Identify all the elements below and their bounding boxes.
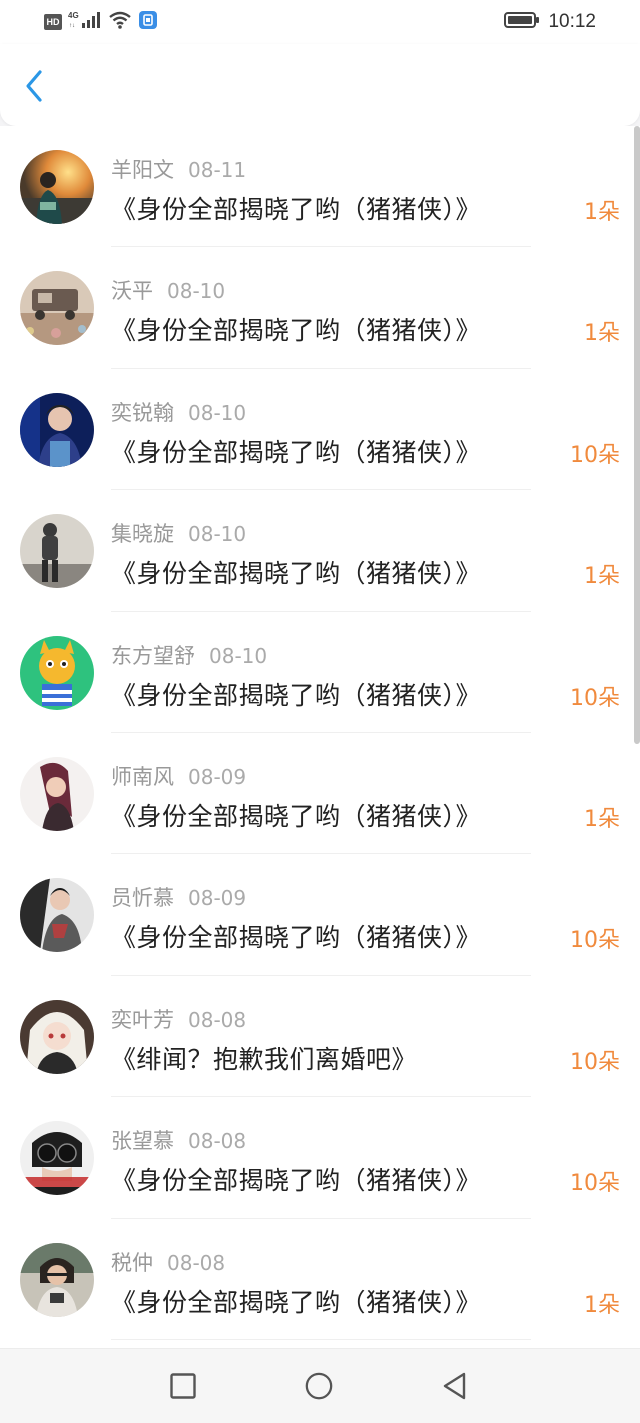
sender-line: 羊阳文 08-11 [111, 154, 246, 184]
flower-amount: 1朵 [584, 564, 620, 590]
sender-name: 奕锐翰 [111, 400, 174, 425]
flower-amount: 10朵 [570, 1171, 620, 1197]
wifi-icon [108, 10, 132, 34]
sender-line: 员忻慕 08-09 [111, 882, 246, 912]
book-title[interactable]: 《身份全部揭晓了哟（猪猪侠）》 [111, 311, 481, 347]
sender-line: 税仲 08-08 [111, 1247, 225, 1277]
sender-line: 集晓旋 08-10 [111, 518, 246, 548]
avatar [20, 150, 94, 224]
gift-record-list[interactable]: 羊阳文 08-11 《身份全部揭晓了哟（猪猪侠）》 1朵 沃平 08-10 《身份全… [0, 126, 640, 1348]
book-title[interactable]: 《身份全部揭晓了哟（猪猪侠）》 [111, 433, 481, 469]
flower-amount: 10朵 [570, 1049, 620, 1075]
sender-line: 沃平 08-10 [111, 275, 225, 305]
book-title[interactable]: 《绯闻？抱歉我们离婚吧》 [111, 1040, 417, 1076]
record-date: 08-10 [209, 643, 268, 668]
record-date: 08-10 [188, 522, 247, 547]
book-title[interactable]: 《身份全部揭晓了哟（猪猪侠）》 [111, 797, 481, 833]
sender-name: 羊阳文 [111, 158, 174, 182]
book-title[interactable]: 《身份全部揭晓了哟（猪猪侠）》 [111, 676, 481, 712]
sender-name: 东方望舒 [111, 643, 195, 668]
book-title[interactable]: 《身份全部揭晓了哟（猪猪侠）》 [111, 190, 481, 226]
triangle-back-icon [443, 1372, 466, 1400]
list-item[interactable]: 沃平 08-10 《身份全部揭晓了哟（猪猪侠）》 1朵 [0, 247, 640, 369]
record-date: 08-10 [188, 400, 247, 425]
sender-line: 东方望舒 08-10 [111, 640, 267, 670]
avatar [20, 514, 94, 589]
sender-name: 税仲 [111, 1250, 153, 1275]
book-title[interactable]: 《身份全部揭晓了哟（猪猪侠）》 [111, 1161, 481, 1197]
status-bar: HD 4G ↑↓ 10:12 [0, 0, 640, 44]
avatar [20, 1121, 94, 1196]
status-right: 10:12 [504, 10, 596, 34]
svg-text:↑↓: ↑↓ [69, 23, 75, 29]
book-title[interactable]: 《身份全部揭晓了哟（猪猪侠）》 [111, 554, 481, 590]
sender-name: 集晓旋 [111, 522, 174, 547]
sender-name: 奕叶芳 [111, 1007, 174, 1032]
flower-amount: 1朵 [584, 200, 620, 225]
square-icon [170, 1373, 196, 1399]
sender-line: 张望慕 08-08 [111, 1125, 246, 1155]
avatar [20, 271, 94, 346]
record-date: 08-08 [167, 1250, 226, 1275]
book-title[interactable]: 《身份全部揭晓了哟（猪猪侠）》 [111, 1283, 481, 1319]
flower-amount: 1朵 [584, 1292, 620, 1318]
list-item[interactable]: 师南风 08-09 《身份全部揭晓了哟（猪猪侠）》 1朵 [0, 733, 640, 855]
record-date: 08-09 [188, 764, 247, 789]
sim-app-icon [138, 10, 158, 34]
record-date: 08-10 [167, 279, 226, 304]
flower-amount: 1朵 [584, 321, 620, 347]
flower-amount: 10朵 [570, 685, 620, 711]
status-left: HD 4G ↑↓ [44, 10, 158, 34]
flower-amount: 10朵 [570, 928, 620, 954]
record-date: 08-11 [188, 158, 247, 182]
chevron-left-icon [26, 70, 42, 102]
nav-back-button[interactable] [440, 1371, 470, 1401]
sender-name: 张望慕 [111, 1129, 174, 1154]
hd-badge: HD [44, 14, 62, 30]
flower-amount: 1朵 [584, 806, 620, 832]
back-button[interactable] [14, 66, 54, 106]
list-item[interactable]: 税仲 08-08 《身份全部揭晓了哟（猪猪侠）》 1朵 [0, 1219, 640, 1340]
record-date: 08-08 [188, 1007, 247, 1032]
list-item[interactable]: 员忻慕 08-09 《身份全部揭晓了哟（猪猪侠）》 10朵 [0, 854, 640, 976]
header [0, 44, 640, 126]
sender-name: 沃平 [111, 279, 153, 304]
signal-icon: 4G ↑↓ [68, 10, 102, 34]
flower-amount: 10朵 [570, 442, 620, 468]
recent-apps-button[interactable] [168, 1371, 198, 1401]
scrollbar[interactable] [634, 126, 640, 744]
avatar [20, 635, 94, 710]
system-nav-bar [0, 1348, 640, 1423]
network-type-label: 4G [68, 11, 79, 20]
record-date: 08-08 [188, 1129, 247, 1154]
avatar [20, 392, 94, 467]
list-item[interactable]: 奕叶芳 08-08 《绯闻？抱歉我们离婚吧》 10朵 [0, 976, 640, 1098]
clock: 10:12 [548, 11, 596, 32]
divider [111, 1338, 531, 1340]
avatar [20, 878, 94, 953]
sender-name: 员忻慕 [111, 886, 174, 911]
list-item[interactable]: 张望慕 08-08 《身份全部揭晓了哟（猪猪侠）》 10朵 [0, 1097, 640, 1219]
book-title[interactable]: 《身份全部揭晓了哟（猪猪侠）》 [111, 918, 481, 954]
circle-icon [305, 1372, 333, 1400]
list-item[interactable]: 奕锐翰 08-10 《身份全部揭晓了哟（猪猪侠）》 10朵 [0, 369, 640, 491]
home-button[interactable] [304, 1371, 334, 1401]
avatar [20, 756, 94, 831]
battery-icon [504, 10, 540, 34]
avatar [20, 1242, 94, 1317]
avatar [20, 999, 94, 1074]
list-item[interactable]: 集晓旋 08-10 《身份全部揭晓了哟（猪猪侠）》 1朵 [0, 490, 640, 612]
sender-line: 奕叶芳 08-08 [111, 1004, 246, 1034]
sender-name: 师南风 [111, 764, 174, 789]
sender-line: 奕锐翰 08-10 [111, 397, 246, 427]
record-date: 08-09 [188, 886, 247, 911]
sender-line: 师南风 08-09 [111, 761, 246, 791]
list-item[interactable]: 东方望舒 08-10 《身份全部揭晓了哟（猪猪侠）》 10朵 [0, 612, 640, 733]
list-item[interactable]: 羊阳文 08-11 《身份全部揭晓了哟（猪猪侠）》 1朵 [0, 126, 640, 248]
